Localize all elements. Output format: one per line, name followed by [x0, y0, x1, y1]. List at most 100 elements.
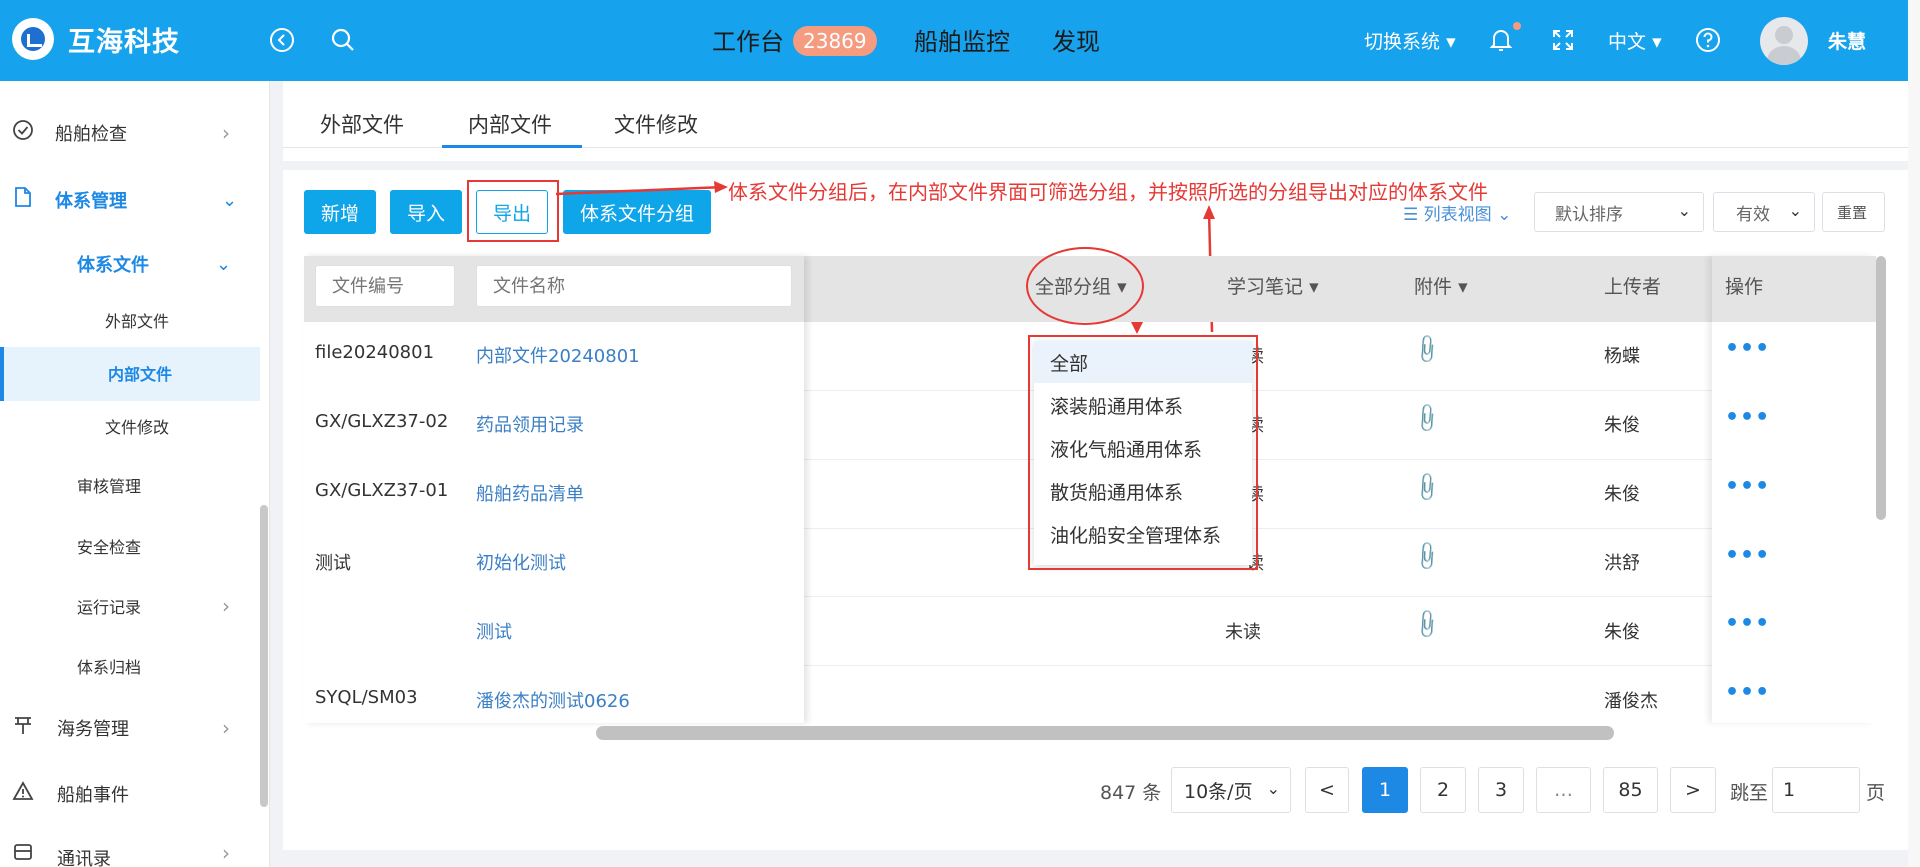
attachment-header-label: 附件 [1414, 276, 1453, 298]
more-actions-icon[interactable]: ••• [1725, 611, 1770, 636]
uploader-cell: 朱俊 [1604, 484, 1640, 505]
caret-down-icon: ▾ [1458, 276, 1468, 298]
avatar[interactable] [1760, 17, 1808, 65]
page-ellipsis[interactable]: … [1536, 767, 1591, 813]
sidebar-item-ship-inspection[interactable]: 船舶检查 › [0, 111, 262, 155]
nav-ship-monitor[interactable]: 船舶监控 [914, 22, 1010, 57]
page-suffix: 页 [1866, 782, 1886, 804]
import-button[interactable]: 导入 [390, 190, 462, 234]
switch-system-menu[interactable]: 切换系统 ▾ [1364, 27, 1456, 54]
status-select[interactable]: 有效 ⌄ [1713, 192, 1815, 232]
ship-icon [12, 714, 34, 742]
file-name-link[interactable]: 内部文件20240801 [476, 342, 640, 368]
table-horizontal-scrollbar[interactable] [596, 726, 1614, 740]
logo[interactable]: 互海科技 [12, 18, 180, 60]
file-name-link[interactable]: 测试 [476, 618, 512, 644]
uploader-cell: 潘俊杰 [1604, 691, 1658, 712]
switch-system-label: 切换系统 [1364, 31, 1441, 53]
file-code-cell: GX/GLXZ37-01 [315, 480, 449, 501]
language-menu[interactable]: 中文 ▾ [1608, 27, 1662, 54]
chevron-down-icon: ⌄ [222, 189, 238, 211]
page-button-85[interactable]: 85 [1603, 767, 1658, 813]
sidebar-item-system-files[interactable]: 体系文件 ⌄ [0, 242, 262, 286]
sidebar-item-label: 审核管理 [77, 477, 142, 496]
table-vertical-scrollbar[interactable] [1876, 256, 1886, 520]
dropdown-highlight-box [1028, 335, 1258, 570]
page-size-value: 10条/页 [1184, 780, 1253, 803]
fullscreen-icon[interactable] [1548, 25, 1578, 55]
sidebar: 船舶检查 › 体系管理 ⌄ 体系文件 ⌄ 外部文件 内部文件 文件修改 审核管理… [0, 81, 270, 867]
list-view-toggle[interactable]: ☰ 列表视图 ⌄ [1403, 200, 1511, 225]
uploader-cell: 朱俊 [1604, 622, 1640, 643]
sidebar-scrollbar[interactable] [260, 505, 268, 807]
back-circle-icon[interactable] [267, 25, 297, 55]
total-count: 847 条 [1100, 782, 1162, 804]
more-actions-icon[interactable]: ••• [1725, 336, 1770, 361]
tab-external-files[interactable]: 外部文件 [320, 109, 404, 139]
sort-select[interactable]: 默认排序 ⌄ [1534, 192, 1704, 232]
notes-header-label: 学习笔记 [1227, 276, 1304, 298]
tab-internal-files[interactable]: 内部文件 [468, 109, 552, 139]
file-name-link[interactable]: 初始化测试 [476, 549, 566, 575]
chevron-down-icon: ⌄ [1677, 201, 1691, 220]
chevron-down-icon: ⌄ [1266, 779, 1280, 798]
page-size-select[interactable]: 10条/页 ⌄ [1171, 767, 1291, 813]
logo-icon [12, 18, 54, 60]
group-button[interactable]: 体系文件分组 [563, 190, 711, 234]
sidebar-item-label: 内部文件 [108, 365, 173, 384]
sidebar-item-audit[interactable]: 审核管理 [0, 463, 262, 507]
group-header-highlight [1026, 247, 1144, 325]
tab-file-revision[interactable]: 文件修改 [614, 109, 698, 139]
next-page-button[interactable]: > [1670, 767, 1716, 813]
chevron-right-icon: › [222, 841, 230, 865]
caret-down-icon: ▾ [1446, 31, 1456, 53]
file-code-filter-input[interactable] [315, 265, 455, 307]
sidebar-item-system-archive[interactable]: 体系归档 [0, 644, 262, 688]
more-actions-icon[interactable]: ••• [1725, 680, 1770, 705]
file-code-cell: SYQL/SM03 [315, 687, 418, 708]
bell-icon[interactable] [1486, 25, 1516, 55]
sidebar-item-system-management[interactable]: 体系管理 ⌄ [0, 178, 262, 222]
file-name-link[interactable]: 船舶药品清单 [476, 480, 584, 506]
sidebar-item-safety-check[interactable]: 安全检查 [0, 524, 262, 568]
username[interactable]: 朱慧 [1828, 27, 1866, 54]
search-icon[interactable] [328, 25, 358, 55]
file-name-filter-input[interactable] [476, 265, 792, 307]
add-button[interactable]: 新增 [304, 190, 376, 234]
more-actions-icon[interactable]: ••• [1725, 474, 1770, 499]
sidebar-item-operation-records[interactable]: 运行记录 › [0, 584, 262, 628]
help-icon[interactable] [1693, 25, 1723, 55]
notification-dot [1513, 22, 1521, 30]
sidebar-item-internal-files[interactable]: 内部文件 [0, 351, 262, 395]
sidebar-item-external-files[interactable]: 外部文件 [0, 298, 262, 342]
more-actions-icon[interactable]: ••• [1725, 543, 1770, 568]
sidebar-item-file-revision[interactable]: 文件修改 [0, 404, 262, 448]
more-actions-icon[interactable]: ••• [1725, 405, 1770, 430]
uploader-cell: 杨蝶 [1604, 346, 1640, 367]
nav-discover[interactable]: 发现 [1052, 22, 1100, 57]
sidebar-item-label: 通讯录 [57, 849, 111, 867]
reset-button[interactable]: 重置 [1822, 192, 1885, 232]
jump-page-input[interactable] [1772, 767, 1860, 813]
sidebar-item-label: 体系归档 [77, 658, 142, 677]
actions-header: 操作 [1725, 276, 1764, 298]
sidebar-item-label: 船舶事件 [57, 785, 129, 806]
sidebar-item-label: 体系管理 [55, 191, 127, 212]
page-button-2[interactable]: 2 [1420, 767, 1466, 813]
chevron-down-icon: ⌄ [216, 253, 232, 275]
page-button-1[interactable]: 1 [1362, 767, 1408, 813]
uploader-cell: 洪舒 [1604, 553, 1640, 574]
page-scrollbar[interactable] [1908, 0, 1920, 867]
sidebar-item-label: 文件修改 [105, 418, 170, 437]
sidebar-item-contacts[interactable]: 通讯录 › [0, 837, 262, 867]
page-button-3[interactable]: 3 [1478, 767, 1524, 813]
file-name-link[interactable]: 药品领用记录 [476, 411, 584, 437]
notes-cell: 未读 [1225, 622, 1261, 643]
attachment-header[interactable]: 附件 ▾ [1414, 272, 1468, 299]
notes-header[interactable]: 学习笔记 ▾ [1227, 272, 1319, 299]
file-name-link[interactable]: 潘俊杰的测试0626 [476, 687, 630, 713]
nav-workbench[interactable]: 工作台 [712, 22, 784, 57]
prev-page-button[interactable]: < [1305, 767, 1349, 813]
sidebar-item-ship-events[interactable]: 船舶事件 [0, 772, 262, 816]
sidebar-item-maritime-management[interactable]: 海务管理 › [0, 706, 262, 750]
